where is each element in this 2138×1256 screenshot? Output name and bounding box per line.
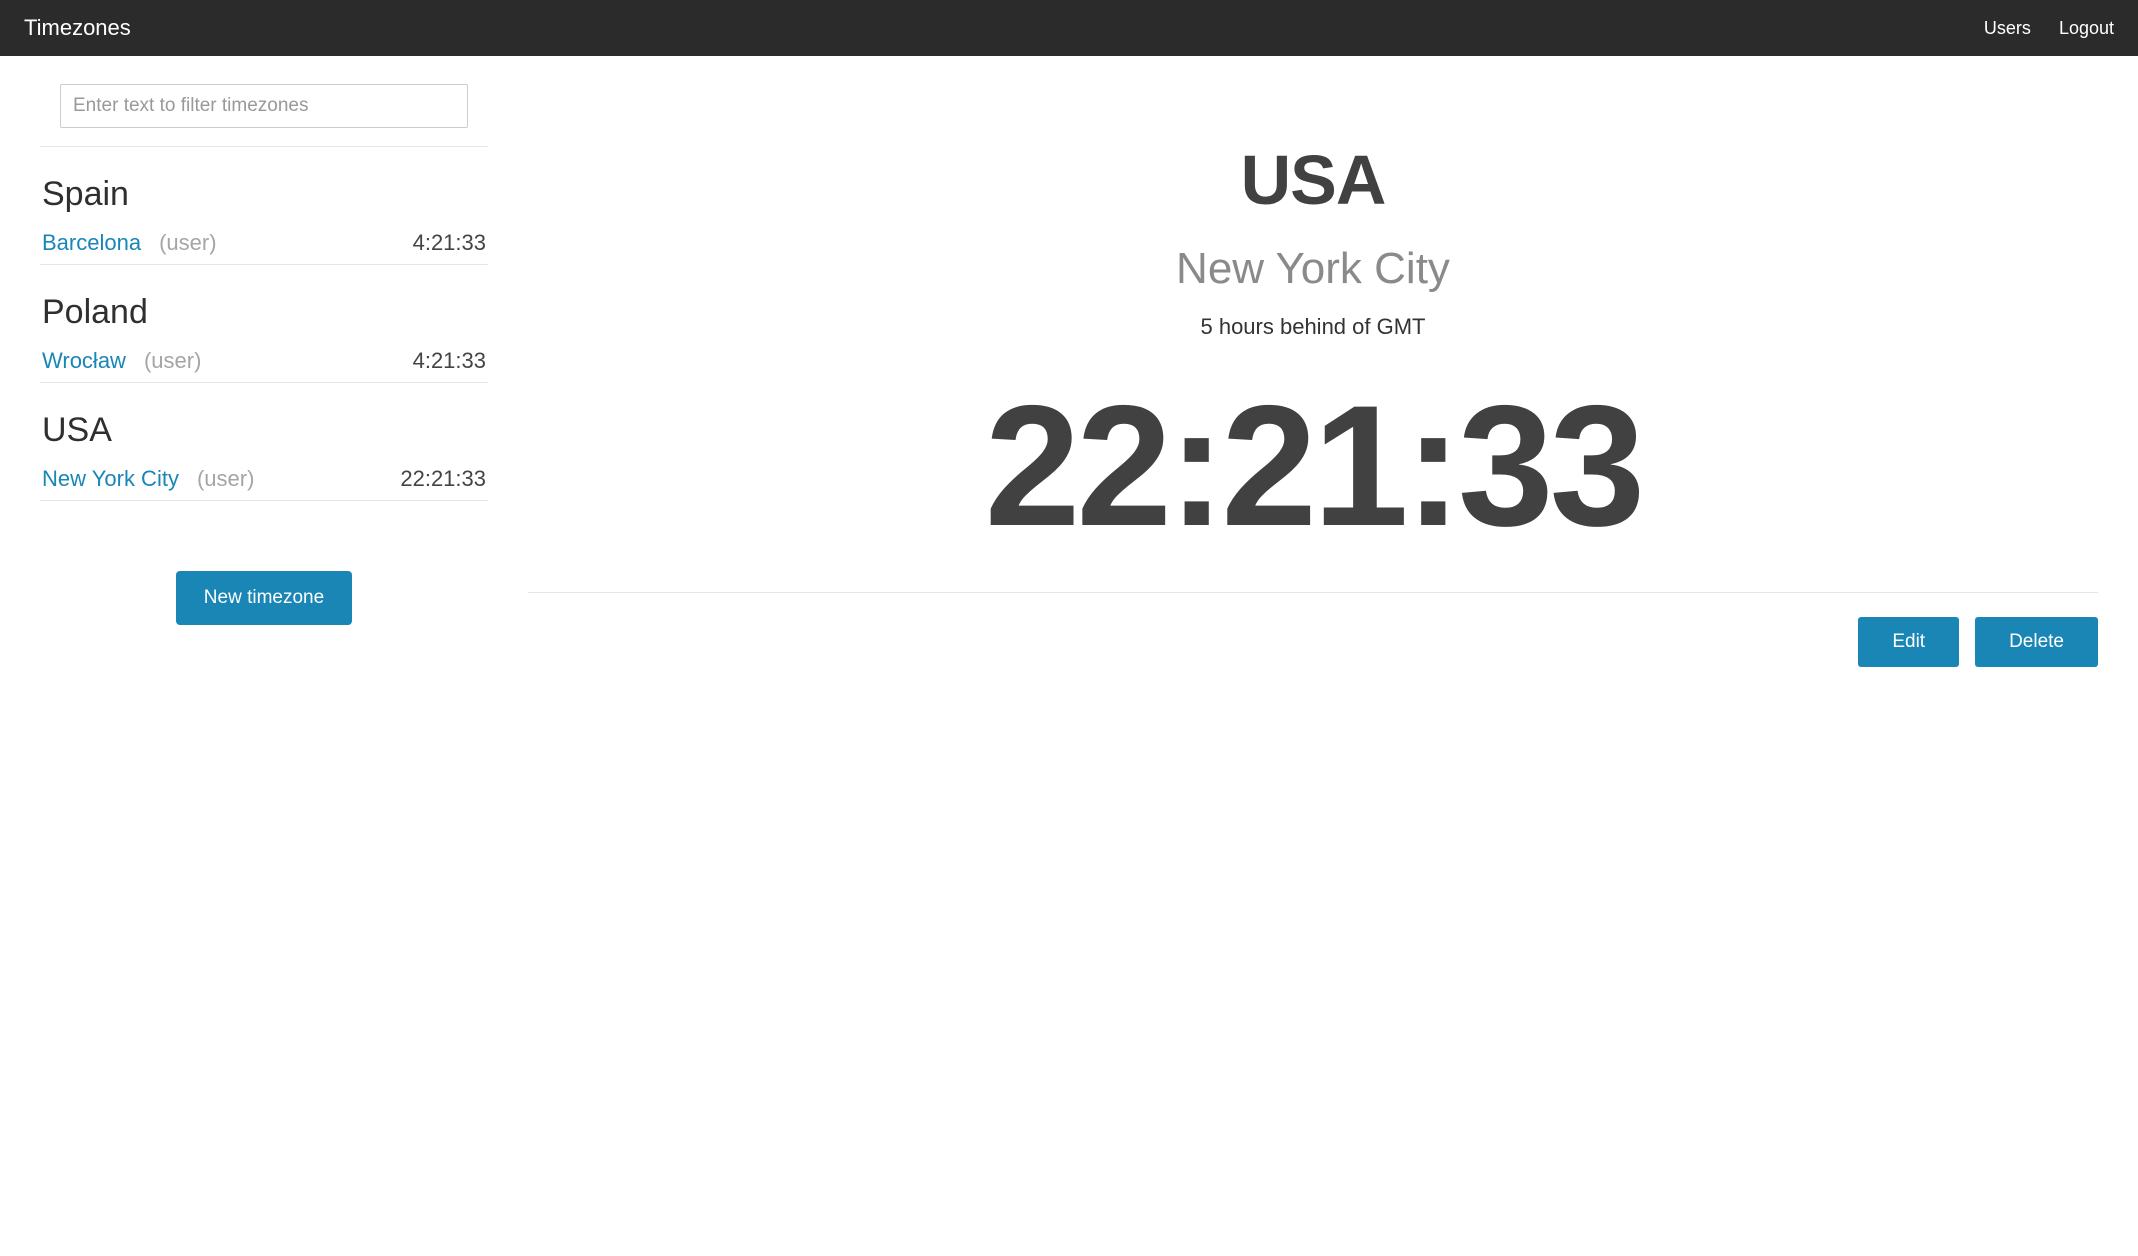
nav-logout[interactable]: Logout: [2059, 18, 2114, 39]
group-usa: USA New York City (user) 22:21:33: [40, 411, 488, 501]
brand[interactable]: Timezones: [24, 15, 131, 41]
navbar: Timezones Users Logout: [0, 0, 2138, 56]
new-timezone-button[interactable]: New timezone: [176, 571, 352, 625]
sidebar: Spain Barcelona (user) 4:21:33 Poland Wr…: [40, 80, 488, 667]
detail: USA New York City 5 hours behind of GMT …: [528, 140, 2098, 593]
filter-wrap: [40, 80, 488, 147]
filter-input[interactable]: [60, 84, 468, 128]
delete-button[interactable]: Delete: [1975, 617, 2098, 667]
detail-actions: Edit Delete: [528, 617, 2098, 667]
tz-owner: (user): [159, 230, 216, 256]
group-title: Poland: [40, 293, 488, 332]
nav-right: Users Logout: [1984, 18, 2114, 39]
group-title: Spain: [40, 175, 488, 214]
detail-offset: 5 hours behind of GMT: [528, 314, 2098, 340]
group-spain: Spain Barcelona (user) 4:21:33: [40, 175, 488, 265]
tz-row: Barcelona (user) 4:21:33: [40, 220, 488, 265]
tz-city-link[interactable]: New York City: [42, 466, 179, 492]
detail-country: USA: [528, 140, 2098, 220]
tz-city-link[interactable]: Barcelona: [42, 230, 141, 256]
tz-time: 22:21:33: [400, 466, 486, 492]
detail-time: 22:21:33: [528, 380, 2098, 552]
tz-time: 4:21:33: [413, 230, 486, 256]
tz-owner: (user): [144, 348, 201, 374]
tz-row: New York City (user) 22:21:33: [40, 456, 488, 501]
new-timezone-wrap: New timezone: [40, 571, 488, 625]
detail-pane: USA New York City 5 hours behind of GMT …: [528, 80, 2098, 667]
tz-owner: (user): [197, 466, 254, 492]
group-poland: Poland Wrocław (user) 4:21:33: [40, 293, 488, 383]
edit-button[interactable]: Edit: [1858, 617, 1959, 667]
detail-city: New York City: [528, 244, 2098, 294]
tz-city-link[interactable]: Wrocław: [42, 348, 126, 374]
nav-users[interactable]: Users: [1984, 18, 2031, 39]
tz-time: 4:21:33: [413, 348, 486, 374]
group-title: USA: [40, 411, 488, 450]
tz-row: Wrocław (user) 4:21:33: [40, 338, 488, 383]
